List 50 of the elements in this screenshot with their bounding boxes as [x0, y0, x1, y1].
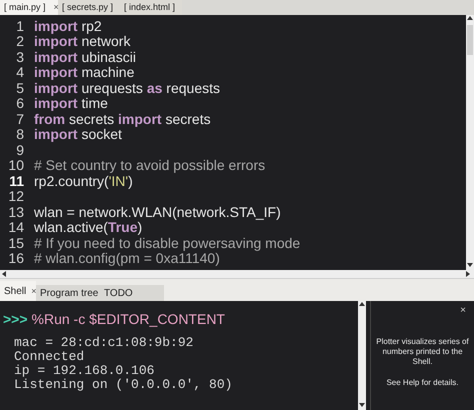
line-number: 13 [7, 204, 25, 219]
line-number: 5 [15, 80, 25, 95]
line-number: 6 [15, 96, 25, 110]
line-number: 12 [7, 189, 25, 204]
code-line: # If you need to disable powersaving mode [33, 236, 300, 250]
panel-tab[interactable]: TODO [100, 285, 164, 301]
code-line: import socket [33, 127, 122, 142]
panel-tab[interactable]: Shell × [0, 281, 36, 301]
code-line: # wlan.config(pm = 0xa11140) [33, 251, 220, 266]
code-line: import urequests as requests [33, 80, 220, 95]
line-number: 1 [15, 18, 25, 33]
close-icon[interactable]: × [54, 3, 59, 12]
shell-output-line: Listening on ('0.0.0.0', 80) [14, 378, 234, 392]
shell-command: %Run -c $EDITOR_CONTENT [32, 310, 225, 329]
line-number: 4 [15, 65, 25, 80]
code-line: wlan.active(True) [33, 220, 142, 234]
vertical-scrollbar[interactable] [466, 15, 474, 270]
line-number: 9 [15, 142, 25, 157]
code-line: # Set country to avoid possible errors [33, 158, 266, 172]
code-line: import rp2 [33, 18, 102, 33]
code-line: import network [33, 34, 130, 48]
line-number: 8 [15, 127, 25, 142]
line-number: 3 [15, 50, 25, 64]
editor-tab[interactable]: [ main.py ] × [0, 0, 58, 15]
plotter-help: See Help for details. [386, 377, 459, 389]
line-number: 7 [15, 112, 25, 126]
shell-output-line: ip = 192.168.0.106 [14, 364, 156, 378]
code-line: import machine [33, 65, 134, 80]
line-number: 2 [15, 34, 25, 48]
code-line: from secrets import secrets [33, 112, 211, 126]
panel-tab[interactable]: Program tree [36, 285, 100, 301]
plotter-message: Plotter visualizes series of numbers printed to the Shell. [375, 337, 470, 367]
line-number: 10 [7, 158, 25, 172]
line-number: 14 [7, 220, 25, 234]
horizontal-scrollbar[interactable] [0, 270, 474, 279]
line-number: 15 [7, 236, 25, 250]
scroll-up-icon[interactable] [358, 301, 366, 309]
close-icon[interactable]: × [460, 303, 466, 318]
code-line: rp2.country('IN') [33, 174, 133, 188]
shell-prompt: >>> [3, 310, 28, 329]
code-line: import time [33, 96, 108, 110]
code-line: import ubinascii [33, 50, 136, 64]
line-number: 16 [7, 251, 25, 266]
shell-output-line: mac = 28:cd:c1:08:9b:92 [14, 336, 194, 350]
vertical-scrollbar[interactable] [358, 301, 366, 410]
code-line: wlan = network.WLAN(network.STA_IF) [33, 204, 281, 219]
scroll-thumb[interactable] [467, 25, 473, 55]
close-icon[interactable]: × [31, 286, 37, 296]
shell-output-line: Connected [14, 350, 86, 364]
line-number: 11 [8, 174, 25, 188]
